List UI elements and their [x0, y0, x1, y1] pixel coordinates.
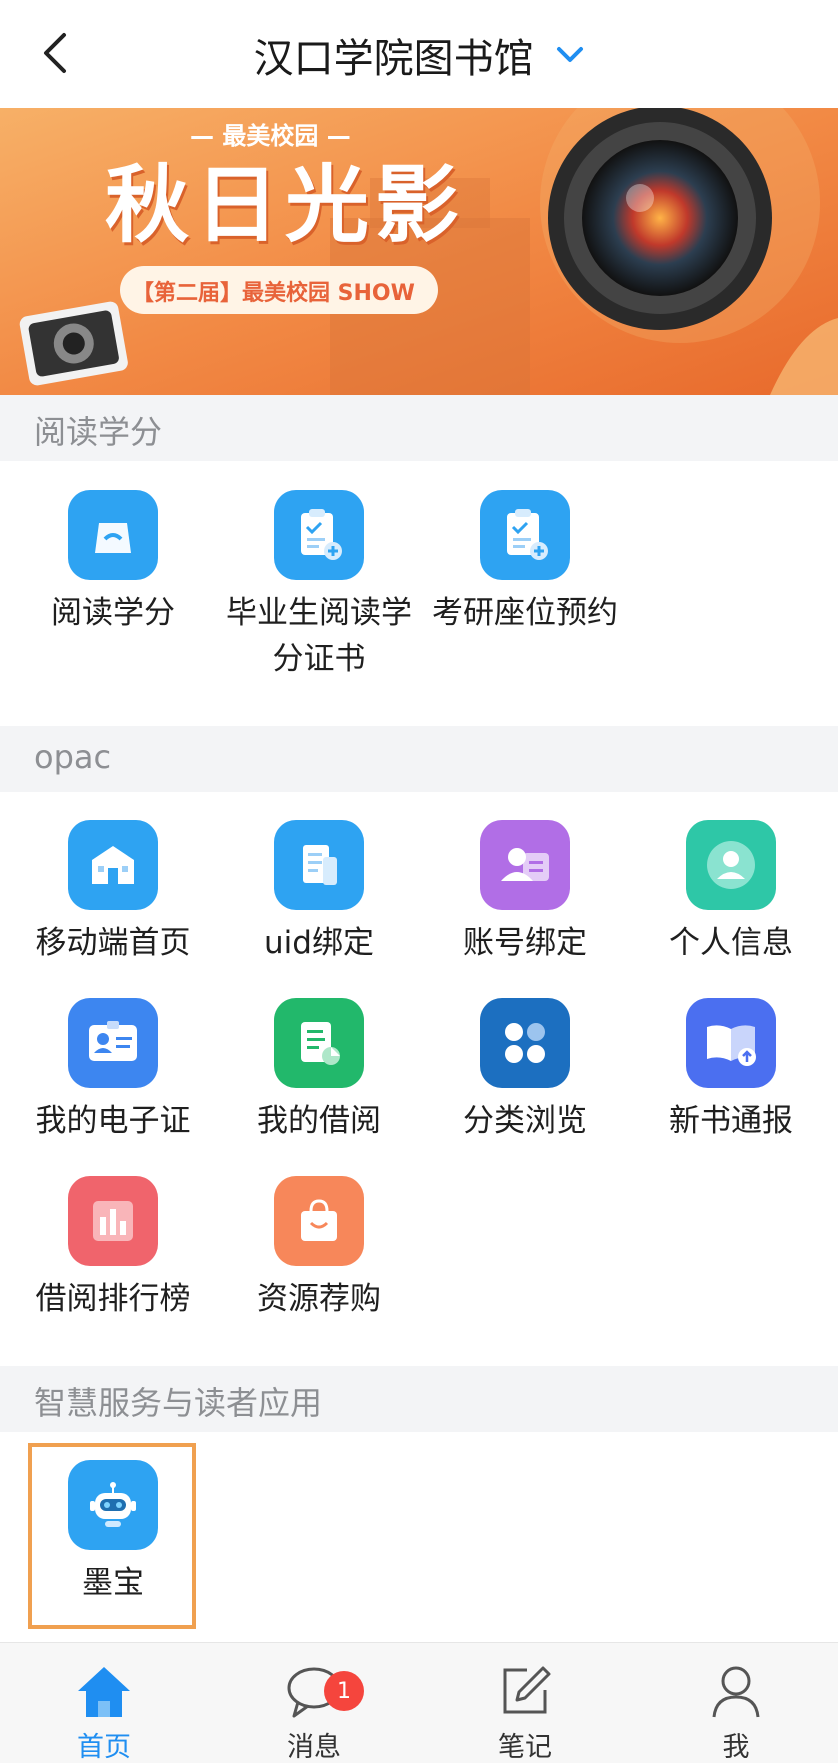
app-label: 分类浏览 [463, 1103, 587, 1139]
section-title: 阅读学分 [34, 413, 163, 451]
banner-subline: 【第二届】最美校园 SHOW [132, 281, 415, 306]
top-bar: 汉口学院图书馆 [0, 0, 838, 108]
app-label: 借阅排行榜 [35, 1281, 191, 1317]
app-exam-seat-booking[interactable]: 考研座位预约 [422, 490, 628, 636]
tab-me[interactable]: 我 [666, 1643, 806, 1763]
chevron-down-icon [557, 47, 584, 62]
grid-icon [480, 998, 570, 1088]
unread-badge: 1 [324, 1671, 364, 1711]
user-icon [686, 820, 776, 910]
user-icon [712, 1666, 760, 1718]
building-icon [68, 820, 158, 910]
app-label: 新书通报 [669, 1103, 793, 1139]
app-label: 阅读学分 [51, 595, 175, 631]
tab-messages[interactable]: 1 消息 [244, 1643, 384, 1763]
library-switcher[interactable]: 汉口学院图书馆 [0, 26, 838, 84]
shopping-bag-icon [274, 1176, 364, 1266]
banner-headline: 秋日光影 [105, 155, 466, 254]
clipboard-icon [274, 490, 364, 580]
section-header-opac: opac [0, 726, 838, 792]
section-title: 智慧服务与读者应用 [34, 1384, 323, 1422]
app-account-binding[interactable]: 账号绑定 [422, 820, 628, 966]
app-label: 我的借阅 [257, 1103, 381, 1139]
tab-label: 首页 [77, 1732, 131, 1763]
report-icon [274, 998, 364, 1088]
section-title: opac [34, 738, 112, 776]
badge-icon [68, 998, 158, 1088]
app-label: uid绑定 [264, 925, 374, 961]
app-my-borrowing[interactable]: 我的借阅 [216, 998, 422, 1144]
app-my-e-card[interactable]: 我的电子证 [10, 998, 216, 1144]
bag-icon [68, 490, 158, 580]
app-mobao-robot[interactable]: 墨宝 [10, 1460, 216, 1606]
edit-icon [503, 1666, 551, 1714]
app-label: 移动端首页 [35, 925, 191, 961]
tab-notes[interactable]: 笔记 [455, 1643, 595, 1763]
bottom-tab-bar: 首页 1 消息 笔记 我 [0, 1642, 838, 1763]
app-resource-recommend[interactable]: 资源荐购 [216, 1176, 422, 1322]
app-label: 资源荐购 [257, 1281, 381, 1317]
tab-label: 消息 [287, 1732, 341, 1763]
app-category-browse[interactable]: 分类浏览 [422, 998, 628, 1144]
app-label: 账号绑定 [463, 925, 587, 961]
bar-chart-icon [68, 1176, 158, 1266]
section-header-reading-credits: 阅读学分 [0, 395, 838, 461]
promo-banner[interactable]: — 最美校园 — 秋日光影 【第二届】最美校园 SHOW [0, 108, 838, 395]
tab-label: 我 [722, 1732, 750, 1763]
page-title: 汉口学院图书馆 [253, 36, 534, 82]
section-header-smart-services: 智慧服务与读者应用 [0, 1366, 838, 1432]
book-icon [686, 998, 776, 1088]
app-graduate-reading-certificate[interactable]: 毕业生阅读学分证书 [216, 490, 422, 682]
app-label: 我的电子证 [35, 1103, 191, 1139]
app-mobile-home[interactable]: 移动端首页 [10, 820, 216, 966]
app-label: 考研座位预约 [432, 595, 618, 631]
app-borrow-ranking[interactable]: 借阅排行榜 [10, 1176, 216, 1322]
app-label: 毕业生阅读学分证书 [226, 595, 412, 677]
robot-icon [68, 1460, 158, 1550]
app-personal-info[interactable]: 个人信息 [628, 820, 834, 966]
app-label: 个人信息 [669, 925, 793, 961]
app-uid-binding[interactable]: uid绑定 [216, 820, 422, 966]
tab-label: 笔记 [498, 1732, 552, 1763]
app-reading-credits[interactable]: 阅读学分 [10, 490, 216, 636]
clipboard-icon [480, 490, 570, 580]
home-icon [78, 1667, 130, 1717]
app-label: 墨宝 [82, 1565, 144, 1601]
app-new-books[interactable]: 新书通报 [628, 998, 834, 1144]
id-card-icon [480, 820, 570, 910]
tab-home[interactable]: 首页 [34, 1643, 174, 1763]
document-icon [274, 820, 364, 910]
